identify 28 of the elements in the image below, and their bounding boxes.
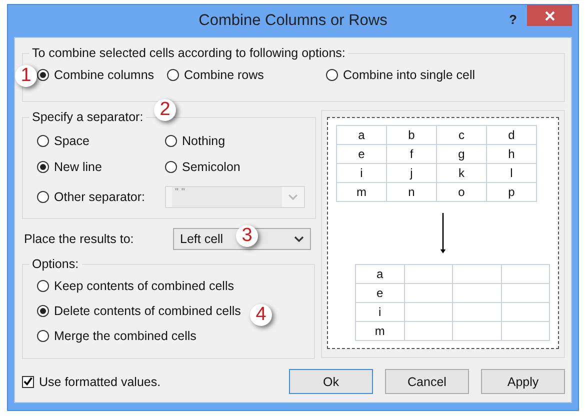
table-cell: b [386, 126, 436, 144]
table-cell: o [436, 182, 486, 202]
table-cell: l [486, 164, 536, 182]
step-callout-tooltip: 1 [15, 65, 37, 87]
field-label: Place the results to: [24, 232, 134, 246]
table-cell: f [386, 144, 436, 164]
table-cell: g [436, 144, 486, 164]
table-cell: j [386, 164, 436, 182]
table-cell: p [486, 182, 536, 202]
group-legend: To combine selected cells according to following options: [29, 46, 348, 60]
table-cell: m [336, 182, 386, 202]
window-title: Combine Columns or Rows [198, 12, 388, 30]
table-cell: i [356, 302, 404, 322]
table-cell: e [336, 144, 386, 164]
table-cell: e [356, 284, 404, 302]
step-callout-tooltip: 2 [154, 99, 176, 121]
table-cell: h [486, 144, 536, 164]
table-cell: a [356, 264, 404, 284]
table-cell: c [436, 126, 486, 144]
table-cell: k [436, 164, 486, 182]
group-legend: Specify a separator: [29, 110, 146, 124]
group-legend: Options: [29, 257, 82, 271]
step-callout-tooltip: 4 [250, 304, 272, 326]
table-cell: n [386, 182, 436, 202]
table-cell: d [486, 126, 536, 144]
table-cell: a [336, 126, 386, 144]
table-cell: m [356, 322, 404, 340]
table-cell: i [336, 164, 386, 182]
